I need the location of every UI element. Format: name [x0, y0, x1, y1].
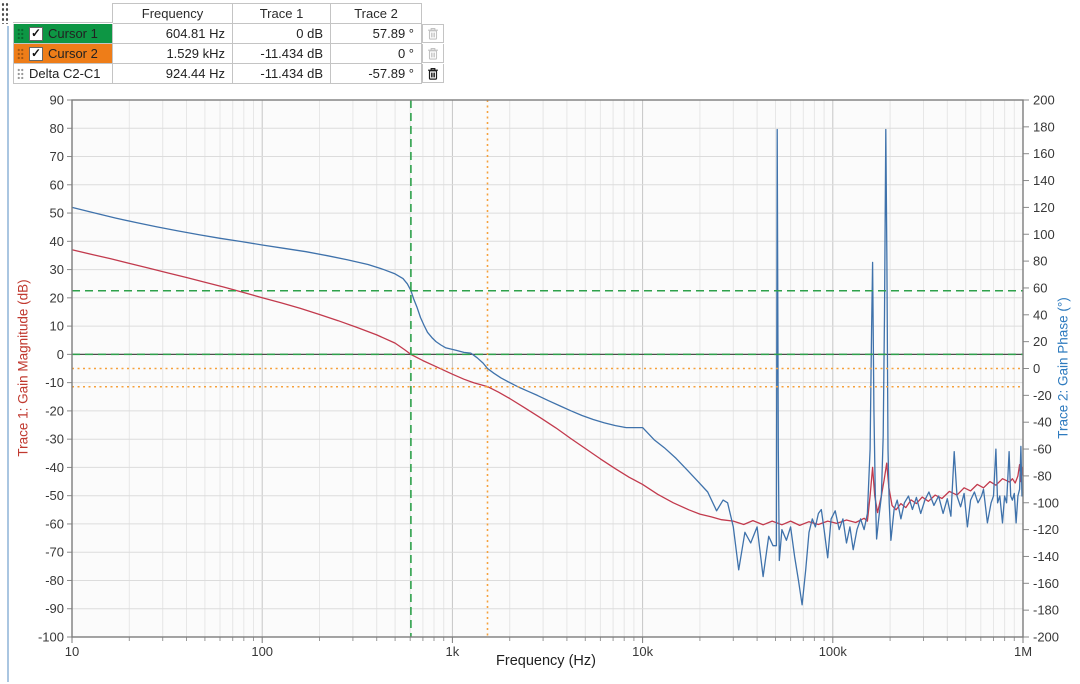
- right-tick-label: 0: [1033, 361, 1040, 376]
- bode-plot[interactable]: 9080706050403020100-10-20-30-40-50-60-70…: [0, 86, 1080, 684]
- left-tick-label: -70: [45, 545, 64, 560]
- left-tick-label: -20: [45, 403, 64, 418]
- right-tick-label: 140: [1033, 173, 1055, 188]
- right-tick-label: -200: [1033, 630, 1059, 645]
- right-tick-label: -60: [1033, 442, 1052, 457]
- left-tick-label: -30: [45, 432, 64, 447]
- right-axis-title: Trace 2: Gain Phase (°): [1056, 297, 1071, 438]
- plot-background: [72, 100, 1023, 637]
- right-tick-label: 80: [1033, 254, 1047, 269]
- plot-svg[interactable]: 9080706050403020100-10-20-30-40-50-60-70…: [0, 0, 1080, 684]
- left-tick-label: -40: [45, 460, 64, 475]
- right-tick-label: 40: [1033, 307, 1047, 322]
- right-tick-label: 60: [1033, 280, 1047, 295]
- right-tick-label: -100: [1033, 495, 1059, 510]
- x-tick-label: 100: [251, 644, 273, 659]
- left-tick-label: 60: [50, 177, 64, 192]
- right-tick-label: -20: [1033, 388, 1052, 403]
- right-tick-label: -140: [1033, 549, 1059, 564]
- x-tick-label: 1M: [1014, 644, 1032, 659]
- left-tick-label: -100: [38, 630, 64, 645]
- left-tick-label: -50: [45, 488, 64, 503]
- left-tick-label: 80: [50, 121, 64, 136]
- right-tick-label: 200: [1033, 93, 1055, 108]
- left-tick-label: 10: [50, 319, 64, 334]
- x-tick-label: 100k: [819, 644, 848, 659]
- right-tick-label: -180: [1033, 603, 1059, 618]
- right-tick-label: -80: [1033, 468, 1052, 483]
- right-tick-label: 160: [1033, 146, 1055, 161]
- right-tick-label: -120: [1033, 522, 1059, 537]
- left-tick-label: 0: [57, 347, 64, 362]
- left-tick-label: -90: [45, 601, 64, 616]
- right-tick-label: 100: [1033, 227, 1055, 242]
- right-tick-label: -160: [1033, 576, 1059, 591]
- right-tick-label: 20: [1033, 334, 1047, 349]
- right-tick-label: -40: [1033, 415, 1052, 430]
- x-tick-label: 10k: [632, 644, 653, 659]
- left-tick-label: 70: [50, 149, 64, 164]
- x-axis-title: Frequency (Hz): [496, 653, 596, 669]
- left-tick-label: 30: [50, 262, 64, 277]
- left-tick-label: 20: [50, 290, 64, 305]
- x-tick-label: 1k: [446, 644, 460, 659]
- x-tick-label: 10: [65, 644, 79, 659]
- left-tick-label: -10: [45, 375, 64, 390]
- right-tick-label: 120: [1033, 200, 1055, 215]
- left-tick-label: 40: [50, 234, 64, 249]
- left-tick-label: 90: [50, 93, 64, 108]
- right-tick-label: 180: [1033, 119, 1055, 134]
- left-tick-label: -60: [45, 516, 64, 531]
- left-tick-label: -80: [45, 573, 64, 588]
- left-tick-label: 50: [50, 206, 64, 221]
- left-axis-title: Trace 1: Gain Magnitude (dB): [16, 279, 31, 456]
